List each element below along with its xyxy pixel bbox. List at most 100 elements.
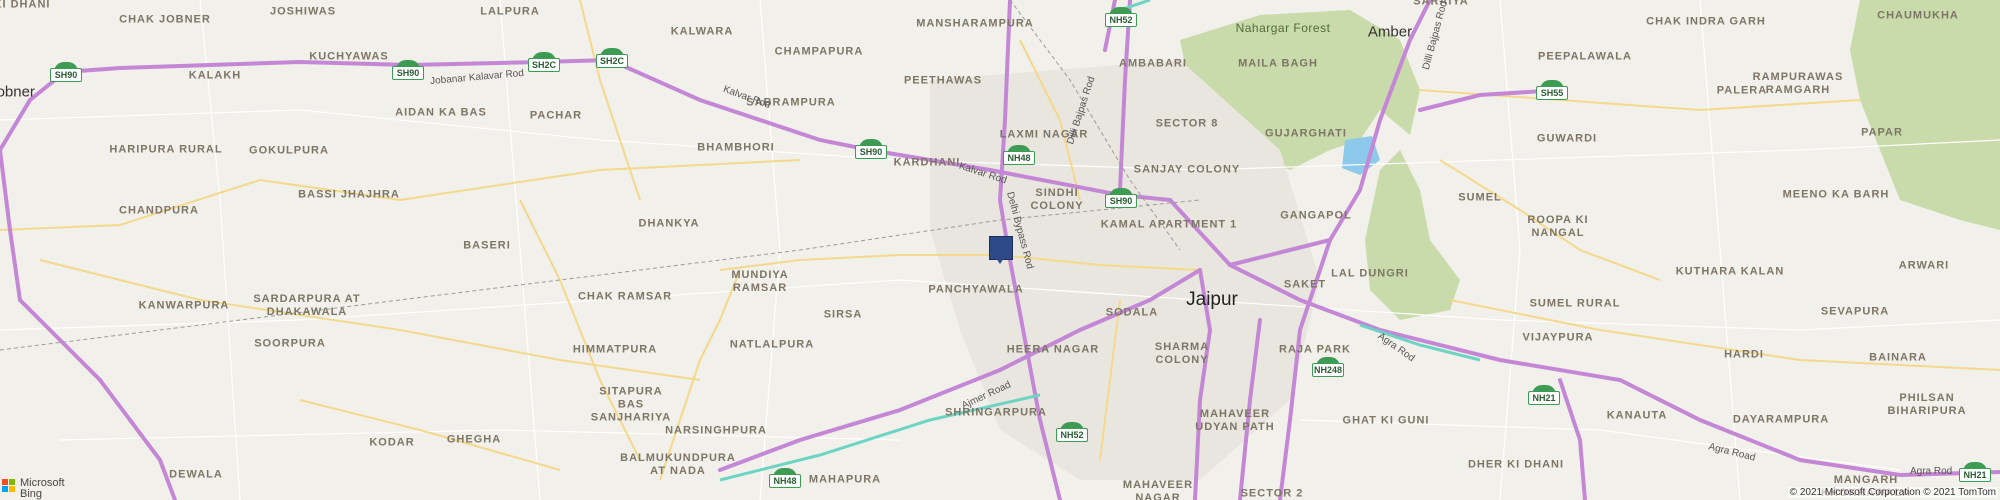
place-label: DEWALA bbox=[169, 468, 223, 481]
place-label: ROOPA KI NANGAL bbox=[1527, 214, 1589, 239]
place-label: GOKULPURA bbox=[249, 144, 329, 157]
copyright-notice[interactable]: © 2021 Microsoft Corporation © 2021 TomT… bbox=[1787, 487, 1998, 498]
place-label: HARDI bbox=[1724, 348, 1764, 361]
highway-shield: SH55 bbox=[1536, 80, 1568, 100]
highway-shield: SH90 bbox=[1105, 188, 1137, 208]
place-label: KUTHARA KALAN bbox=[1675, 265, 1785, 278]
place-label: SIRSA bbox=[823, 308, 863, 321]
place-label: KI DHANI bbox=[0, 0, 51, 11]
place-label: KALWARA bbox=[670, 25, 734, 38]
place-label: SODALA bbox=[1105, 306, 1159, 319]
place-label: HIMMATPURA bbox=[572, 343, 658, 356]
place-label: SHARMA COLONY bbox=[1154, 341, 1210, 366]
map-pin-pointer bbox=[996, 258, 1004, 264]
place-label: SUMEL RURAL bbox=[1529, 297, 1621, 310]
microsoft-logo-icon bbox=[2, 479, 16, 493]
highway-shield: SH2C bbox=[596, 48, 628, 68]
place-label: SITAPURA BAS SANJHARIYA bbox=[590, 385, 672, 424]
road-label: Agra Rod bbox=[1910, 466, 1953, 477]
place-label: GHAT KI GUNI bbox=[1342, 414, 1430, 427]
place-label: MUNDIYA RAMSAR bbox=[731, 269, 789, 294]
place-label: KALAKH bbox=[188, 69, 242, 82]
place-label: KANAUTA bbox=[1606, 409, 1668, 422]
highway-shield: NH52 bbox=[1105, 7, 1137, 27]
place-label: DAYARAMPURA bbox=[1732, 413, 1830, 426]
place-label: SECTOR 2 bbox=[1240, 487, 1304, 500]
place-label: SAKET bbox=[1283, 278, 1327, 291]
place-label: SEVAPURA bbox=[1820, 305, 1890, 318]
expressway bbox=[1359, 323, 1481, 362]
place-label: KAMAL APARTMENT 1 bbox=[1100, 218, 1238, 231]
place-label: GUWARDI bbox=[1536, 132, 1598, 145]
highway-shield: NH248 bbox=[1312, 357, 1344, 377]
city-label: Jaipur bbox=[1186, 289, 1238, 310]
place-label: MAHAPURA bbox=[808, 473, 882, 486]
place-label: PANCHYAWALA bbox=[928, 283, 1024, 296]
highway-shield: NH21 bbox=[1528, 385, 1560, 405]
place-label: NATLALPURA bbox=[729, 338, 815, 351]
place-label: CHAUMUKHA bbox=[1877, 9, 1959, 22]
forest-area bbox=[1365, 150, 1460, 320]
place-label: PEETHAWAS bbox=[903, 74, 983, 87]
place-label: SUMEL bbox=[1458, 191, 1502, 204]
place-label: AIDAN KA BAS bbox=[395, 106, 487, 119]
highway-shield: NH21 bbox=[1959, 462, 1991, 482]
highway-shield: SH90 bbox=[392, 60, 424, 80]
place-label: PAPAR bbox=[1861, 126, 1903, 139]
town-label: Amber bbox=[1367, 23, 1413, 41]
place-label: CHANDPURA bbox=[119, 204, 199, 217]
place-label: MAHAVEER NAGAR bbox=[1122, 479, 1194, 500]
place-label: HEERA NAGAR bbox=[1006, 343, 1100, 356]
place-label: RAMPURAWAS RAMGARH bbox=[1752, 71, 1844, 96]
place-label: MEENO KA BARH bbox=[1782, 188, 1890, 201]
place-label: LAL DUNGRI bbox=[1331, 267, 1409, 280]
place-label: PEEPALAWALA bbox=[1538, 50, 1632, 63]
place-label: KODAR bbox=[369, 436, 415, 449]
highway-shield: NH48 bbox=[1003, 145, 1035, 165]
place-label: CHAK RAMSAR bbox=[577, 290, 673, 303]
place-label: CHAK JOBNER bbox=[119, 13, 211, 26]
place-label: BHAMBHORI bbox=[697, 141, 775, 154]
place-label: MANSHARAMPURA bbox=[916, 17, 1034, 30]
place-label: DHER KI DHANI bbox=[1467, 458, 1565, 471]
bing-logo[interactable]: Microsoft Bing bbox=[2, 478, 72, 500]
highway-shield: SH90 bbox=[50, 62, 82, 82]
place-label: GUJARGHATI bbox=[1265, 127, 1347, 140]
place-label: BASERI bbox=[463, 239, 511, 252]
highway-shield: SH90 bbox=[855, 139, 887, 159]
place-label: CHAK INDRA GARH bbox=[1646, 15, 1766, 28]
place-label: SHRINGARPURA bbox=[945, 406, 1047, 419]
map-canvas[interactable]: Nahargar Forest Amber Jobner Jaipur KI D… bbox=[0, 0, 2000, 500]
place-label: SINDHI COLONY bbox=[1030, 187, 1084, 212]
brand-line-2: Bing bbox=[20, 488, 43, 500]
place-label: VIJAYPURA bbox=[1522, 331, 1594, 344]
place-label: ARWARI bbox=[1898, 259, 1950, 272]
place-label: LALPURA bbox=[480, 5, 540, 18]
place-label: KUCHYAWAS bbox=[309, 50, 389, 63]
place-label: CHAMPAPURA bbox=[774, 45, 864, 58]
place-label: KARDHANI bbox=[893, 156, 961, 169]
place-label: PHILSAN BIHARIPURA bbox=[1887, 392, 1967, 417]
highway-shield: SH2C bbox=[528, 52, 560, 72]
place-label: KANWARPURA bbox=[138, 299, 230, 312]
place-label: HARIPURA RURAL bbox=[109, 143, 223, 156]
place-label: SANJAY COLONY bbox=[1133, 163, 1241, 176]
map-pin-marker[interactable] bbox=[989, 236, 1013, 260]
place-label: RAJA PARK bbox=[1279, 343, 1351, 356]
place-label: BAINARA bbox=[1869, 351, 1927, 364]
place-label: SARDARPURA AT DHAKAWALA bbox=[253, 293, 361, 318]
place-label: GHEGHA bbox=[446, 433, 502, 446]
place-label: SECTOR 8 bbox=[1155, 117, 1219, 130]
town-label: Jobner bbox=[0, 83, 35, 101]
place-label: AMBABARI bbox=[1119, 57, 1187, 70]
place-label: MAHAVEER UDYAN PATH bbox=[1195, 408, 1275, 433]
place-label: NARSINGHPURA bbox=[665, 424, 767, 437]
place-label: BALMUKUNDPURA AT NADA bbox=[620, 452, 736, 477]
place-label: MAILA BAGH bbox=[1238, 57, 1318, 70]
place-label: BASSI JHAJHRA bbox=[298, 188, 400, 201]
place-label: JOSHIWAS bbox=[269, 5, 337, 18]
forest-label: Nahargar Forest bbox=[1235, 21, 1331, 35]
place-label: SOORPURA bbox=[254, 337, 326, 350]
place-label: PACHAR bbox=[529, 109, 583, 122]
place-label: DHANKYA bbox=[638, 217, 700, 230]
